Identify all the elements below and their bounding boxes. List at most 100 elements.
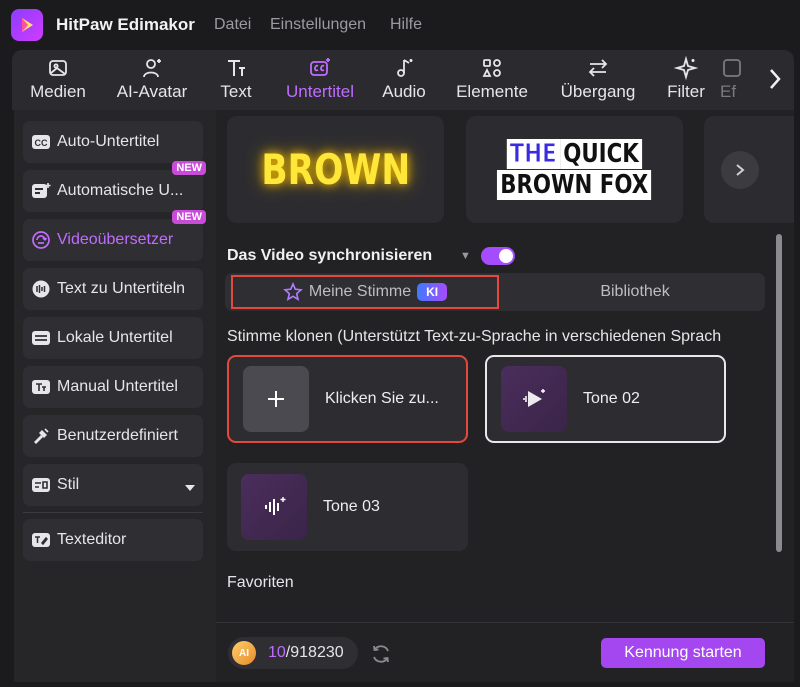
tool-elements[interactable]: Elemente	[440, 50, 544, 110]
style-preview-line: THE	[506, 138, 561, 169]
voice-card-tone-03[interactable]: Tone 03	[227, 463, 468, 551]
auto-subtitle-icon	[31, 181, 51, 201]
tool-ai-avatar[interactable]: AI-Avatar	[104, 50, 200, 110]
tab-label: Bibliothek	[600, 283, 670, 300]
styles-next-button[interactable]	[721, 151, 759, 189]
sidebar-item-text-to-subtitle[interactable]: Text zu Untertiteln	[23, 268, 203, 310]
sync-toggle[interactable]	[481, 247, 515, 265]
local-subtitle-icon	[31, 328, 51, 348]
translate-icon	[31, 230, 51, 250]
toggle-knob	[499, 249, 513, 263]
avatar-icon	[143, 59, 161, 78]
tool-filter[interactable]: Filter	[652, 50, 720, 110]
tool-audio[interactable]: Audio	[368, 50, 440, 110]
effects-icon	[723, 59, 741, 77]
style-icon	[31, 475, 51, 495]
svg-text:CC: CC	[35, 138, 48, 148]
transition-icon	[588, 59, 608, 77]
voice-play-icon	[501, 366, 567, 432]
tab-library[interactable]: Bibliothek	[505, 273, 765, 311]
new-badge: NEW	[172, 161, 206, 175]
sidebar-item-custom[interactable]: Benutzerdefiniert	[23, 415, 203, 457]
sidebar-item-label: Benutzerdefiniert	[57, 427, 178, 444]
subtitle-sidebar: CC Auto-Untertitel Automatische U... NEW…	[14, 110, 216, 682]
tool-label: Audio	[382, 82, 426, 101]
sidebar-item-auto-subtitle[interactable]: CC Auto-Untertitel	[23, 121, 203, 163]
tool-transition[interactable]: Übergang	[544, 50, 652, 110]
credits-used: 10	[268, 644, 286, 661]
caret-down-icon[interactable]: ▼	[460, 250, 471, 262]
scrollbar[interactable]	[776, 234, 782, 552]
tool-text[interactable]: Text	[200, 50, 272, 110]
text-to-subtitle-icon	[31, 279, 51, 299]
chevron-right-icon	[770, 69, 781, 89]
tool-label: Filter	[667, 82, 705, 101]
voice-card-tone-02[interactable]: Tone 02	[485, 355, 726, 443]
ai-coin-icon: AI	[232, 641, 256, 665]
voice-name: Tone 02	[583, 390, 640, 407]
sidebar-item-label: Manual Untertitel	[57, 378, 178, 395]
cc-icon: CC	[31, 132, 51, 152]
main-toolbar: Medien AI-Avatar Text Untertitel Audio E…	[12, 50, 794, 110]
style-preview-text: THE QUICK BROWN FOX	[497, 138, 652, 201]
tab-label: Meine Stimme	[308, 283, 412, 300]
chevron-right-icon	[736, 164, 745, 176]
app-logo-icon	[11, 9, 43, 41]
sidebar-item-text-editor[interactable]: Texteditor	[23, 519, 203, 561]
tool-label: AI-Avatar	[116, 82, 188, 101]
sidebar-item-style[interactable]: Stil	[23, 464, 203, 506]
tab-my-voice[interactable]: Meine Stimme KI	[231, 275, 499, 309]
filter-icon	[674, 56, 698, 80]
voice-wave-icon	[241, 474, 307, 540]
menu-help[interactable]: Hilfe	[390, 16, 422, 34]
style-preview-line: QUICK	[560, 138, 643, 169]
tool-label: Untertitel	[285, 82, 355, 101]
toolbar-next-button[interactable]	[760, 62, 790, 96]
menu-settings[interactable]: Einstellungen	[270, 16, 366, 34]
ki-badge: KI	[417, 283, 448, 301]
sidebar-item-auto-u[interactable]: Automatische U... NEW	[23, 161, 206, 212]
new-badge: NEW	[172, 210, 206, 224]
caret-down-icon	[185, 479, 195, 497]
manual-subtitle-icon	[31, 377, 51, 397]
clone-voice-label: Stimme klonen (Unterstützt Text-zu-Sprac…	[227, 328, 722, 345]
sidebar-item-label: Texteditor	[57, 531, 127, 548]
style-preview-text: BROWN	[261, 145, 410, 194]
voice-name: Tone 03	[323, 498, 380, 515]
custom-icon	[31, 426, 51, 446]
tool-label: Medien	[30, 82, 86, 101]
style-card-quick-brown-fox[interactable]: THE QUICK BROWN FOX	[466, 116, 683, 223]
start-button[interactable]: Kennung starten	[601, 638, 765, 668]
elements-icon	[482, 59, 501, 77]
style-card-brown[interactable]: BROWN	[227, 116, 444, 223]
sidebar-item-manual-subtitle[interactable]: Manual Untertitel	[23, 366, 203, 408]
sidebar-divider	[23, 512, 203, 513]
sidebar-item-label: Stil	[57, 476, 80, 493]
style-preview-line: BROWN FOX	[497, 169, 652, 200]
sidebar-item-video-translator[interactable]: Videoübersetzer NEW	[23, 210, 206, 261]
tool-subtitle[interactable]: Untertitel	[272, 50, 368, 110]
sidebar-item-label: Lokale Untertitel	[57, 329, 173, 346]
app-title: HitPaw Edimakor	[56, 15, 195, 34]
sidebar-item-label: Videoübersetzer	[57, 231, 174, 248]
tool-media[interactable]: Medien	[12, 50, 104, 110]
tool-label: Ef	[720, 82, 737, 101]
menu-file[interactable]: Datei	[214, 16, 251, 34]
plus-icon	[243, 366, 309, 432]
add-voice-label: Klicken Sie zu...	[325, 390, 439, 407]
sidebar-item-label: Auto-Untertitel	[57, 133, 160, 150]
credits-text: 10/918230	[268, 644, 344, 662]
refresh-icon[interactable]	[370, 643, 392, 665]
add-voice-card[interactable]: Klicken Sie zu...	[227, 355, 468, 443]
media-icon	[49, 60, 67, 76]
sidebar-item-label: Automatische U...	[57, 182, 184, 199]
app-window: HitPaw Edimakor Datei Einstellungen Hilf…	[0, 0, 800, 687]
tool-effects[interactable]: Ef	[720, 50, 756, 110]
star-icon	[282, 282, 303, 301]
text-editor-icon	[31, 530, 51, 550]
sidebar-item-local-subtitle[interactable]: Lokale Untertitel	[23, 317, 203, 359]
main-panel: BROWN THE QUICK BROWN FOX Das Video synch…	[216, 110, 794, 682]
sidebar-item-label: Text zu Untertiteln	[57, 280, 186, 297]
music-icon	[397, 59, 413, 77]
credits-display: AI 10/918230	[228, 637, 358, 669]
